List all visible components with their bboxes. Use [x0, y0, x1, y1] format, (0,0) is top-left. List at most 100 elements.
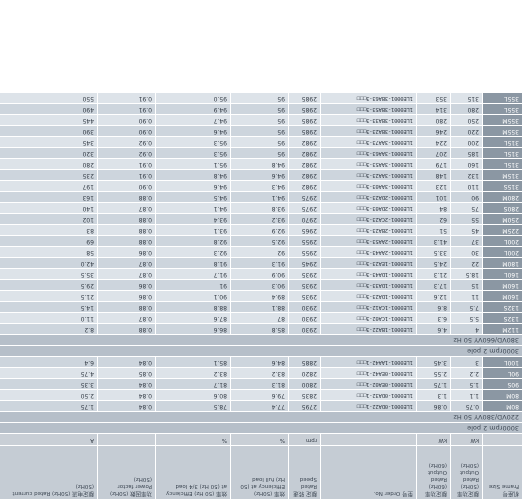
- cell-frame: 80M: [482, 389, 523, 401]
- cell-frame: 355M: [482, 125, 523, 137]
- cell-eff-full: 92.5: [230, 235, 289, 247]
- cell-frame: 112M: [482, 323, 523, 335]
- cell-kw: 5.5: [450, 312, 483, 324]
- cell-rpm: 2985: [288, 92, 321, 104]
- cell-cur: 4.75: [0, 367, 98, 379]
- cell-eff-full: 95: [230, 114, 289, 126]
- cell-eff-34: 94.6: [155, 180, 231, 192]
- cell-cur: 235: [0, 169, 98, 181]
- table-header-row: 机座号 Frame Size 额定功率 (50Hz) Rated Output …: [0, 445, 523, 500]
- table-row: 355M 220 246 1LE0001-3BA23-3□□□ 2985 95 94.6 0.…: [0, 125, 523, 137]
- cell-rpm: 2935: [288, 268, 321, 280]
- motor-data-table: 机座号 Frame Size 额定功率 (50Hz) Rated Output …: [0, 92, 523, 500]
- cell-pf: 0.92: [97, 136, 156, 148]
- cell-kw: 280: [450, 103, 483, 115]
- unit-eff-34: %: [155, 433, 231, 446]
- cell-kw2: 1.3: [416, 389, 451, 401]
- table-row: 100L 3 3.45 1LE0001-1AA42-1□□□ 2885 84.6 85.1 0…: [0, 356, 523, 368]
- cell-frame: 160M: [482, 279, 523, 291]
- table-row: 280S 75 84 1LE0001-2DA03-3□□□ 2975 93.8 94.1 0.…: [0, 202, 523, 214]
- cell-rpm: 2945: [288, 257, 321, 269]
- cell-order: 1LE0001-3BA33-3□□□: [320, 114, 417, 126]
- unit-current: A: [0, 433, 98, 446]
- cell-kw2: 84: [416, 202, 451, 214]
- table-row: 280M 90 101 1LE0001-2DA23-3□□□ 2975 94.1 94.5 0…: [0, 191, 523, 203]
- table-row: 315S 110 123 1LE0001-3AA03-3□□□ 2982 94.3 94.6…: [0, 180, 523, 192]
- table-unit-row: kW kW rpm % % A: [0, 433, 523, 446]
- cell-kw2: 123: [416, 180, 451, 192]
- cell-eff-34: 80.6: [155, 389, 231, 401]
- section-voltage-row: 380VD/660VY 50 Hz: [0, 334, 523, 346]
- section-title: 3000rpm 2 pole: [0, 345, 523, 357]
- cell-cur: 445: [0, 114, 98, 126]
- cell-cur: 280: [0, 158, 98, 170]
- cell-kw2: 3.45: [416, 356, 451, 368]
- cell-rpm: 2820: [288, 367, 321, 379]
- cell-order: 1LE0001-2AA53-3□□□: [320, 235, 417, 247]
- cell-order: 1LE0001-2DA03-3□□□: [320, 202, 417, 214]
- cell-eff-34: 93.4: [155, 213, 231, 225]
- cell-eff-full: 84.6: [230, 356, 289, 368]
- cell-eff-full: 87: [230, 312, 289, 324]
- document-page: 机座号 Frame Size 额定功率 (50Hz) Rated Output …: [0, 0, 523, 500]
- cell-kw2: 33.5: [416, 246, 451, 258]
- cell-cur: 320: [0, 147, 98, 159]
- cell-kw2: 246: [416, 125, 451, 137]
- cell-eff-34: 94.8: [155, 169, 231, 181]
- unit-order: [320, 433, 417, 446]
- cell-kw2: 1.75: [416, 378, 451, 390]
- cell-cur: 345: [0, 136, 98, 148]
- cell-cur: 42.0: [0, 257, 98, 269]
- table-row: 80M 0.75 0.86 1LE0001-0DA22-1□□□ 2795 77.4 78.…: [0, 400, 523, 412]
- unit-kw2: kW: [416, 433, 451, 446]
- cell-eff-34: 85.1: [155, 356, 231, 368]
- cell-rpm: 2930: [288, 301, 321, 313]
- table-row: 80M 1.1 1.3 1LE0001-0DA32-1□□□ 2835 79.6 80.6 0…: [0, 389, 523, 401]
- cell-eff-34: 83.2: [155, 367, 231, 379]
- cell-cur: 69: [0, 235, 98, 247]
- cell-kw: 55: [450, 213, 483, 225]
- cell-order: 1LE0001-2DA23-3□□□: [320, 191, 417, 203]
- section-title-row: 3000rpm 2 pole: [0, 422, 523, 434]
- cell-pf: 0.88: [97, 235, 156, 247]
- section-voltage: 220VD/380VY 50 Hz: [0, 411, 523, 423]
- cell-kw2: 21.3: [416, 268, 451, 280]
- cell-rpm: 2965: [288, 224, 321, 236]
- cell-pf: 0.92: [97, 147, 156, 159]
- table-row: 250M 55 62 1LE0001-2CA23-3□□□ 2970 93.2 93.4 0.…: [0, 213, 523, 225]
- unit-eff-full: %: [230, 433, 289, 446]
- cell-eff-34: 91: [155, 279, 231, 291]
- cell-eff-34: 95.3: [155, 136, 231, 148]
- cell-order: 1LE0001-3AA23-3□□□: [320, 169, 417, 181]
- table-row: 160L 18.5 21.3 1LE0001-1DA43-3□□□ 2935 90.9 91…: [0, 268, 523, 280]
- cell-kw: 200: [450, 136, 483, 148]
- cell-eff-34: 94.9: [155, 103, 231, 115]
- cell-frame: 90S: [482, 378, 523, 390]
- cell-kw2: 353: [416, 92, 451, 104]
- header-efficiency-full-load: 效率 (50Hz) Efficiency at (50 Hz) full loa…: [230, 445, 289, 500]
- cell-pf: 0.84: [97, 378, 156, 390]
- section-voltage-row: 220VD/380VY 50 Hz: [0, 411, 523, 423]
- header-rated-current: 额定电流 (50Hz) Rated current (50Hz): [0, 445, 98, 500]
- cell-pf: 0.87: [97, 202, 156, 214]
- cell-rpm: 2985: [288, 125, 321, 137]
- section-title: 3000rpm 2 pole: [0, 422, 523, 434]
- cell-frame: 280M: [482, 191, 523, 203]
- table-row: 90L 2.2 2.55 1LE0001-0EA42-1□□□ 2820 83.2 83.2…: [0, 367, 523, 379]
- cell-cur: 6.4: [0, 356, 98, 368]
- cell-order: 1LE0001-3AA73-3□□□: [320, 136, 417, 148]
- cell-kw: 3: [450, 356, 483, 368]
- cell-eff-full: 95: [230, 136, 289, 148]
- table-row: 160M 11 12.6 1LE0001-1DA23-3□□□ 2935 89.4 90.1…: [0, 290, 523, 302]
- cell-kw: 7.5: [450, 301, 483, 313]
- cell-kw2: 62: [416, 213, 451, 225]
- cell-kw: 2.2: [450, 367, 483, 379]
- cell-pf: 0.86: [97, 290, 156, 302]
- cell-cur: 14.5: [0, 301, 98, 313]
- cell-eff-full: 92: [230, 246, 289, 258]
- cell-pf: 0.86: [97, 279, 156, 291]
- cell-pf: 0.90: [97, 125, 156, 137]
- cell-rpm: 2885: [288, 356, 321, 368]
- cell-frame: 355L: [482, 92, 523, 104]
- cell-eff-full: 95: [230, 103, 289, 115]
